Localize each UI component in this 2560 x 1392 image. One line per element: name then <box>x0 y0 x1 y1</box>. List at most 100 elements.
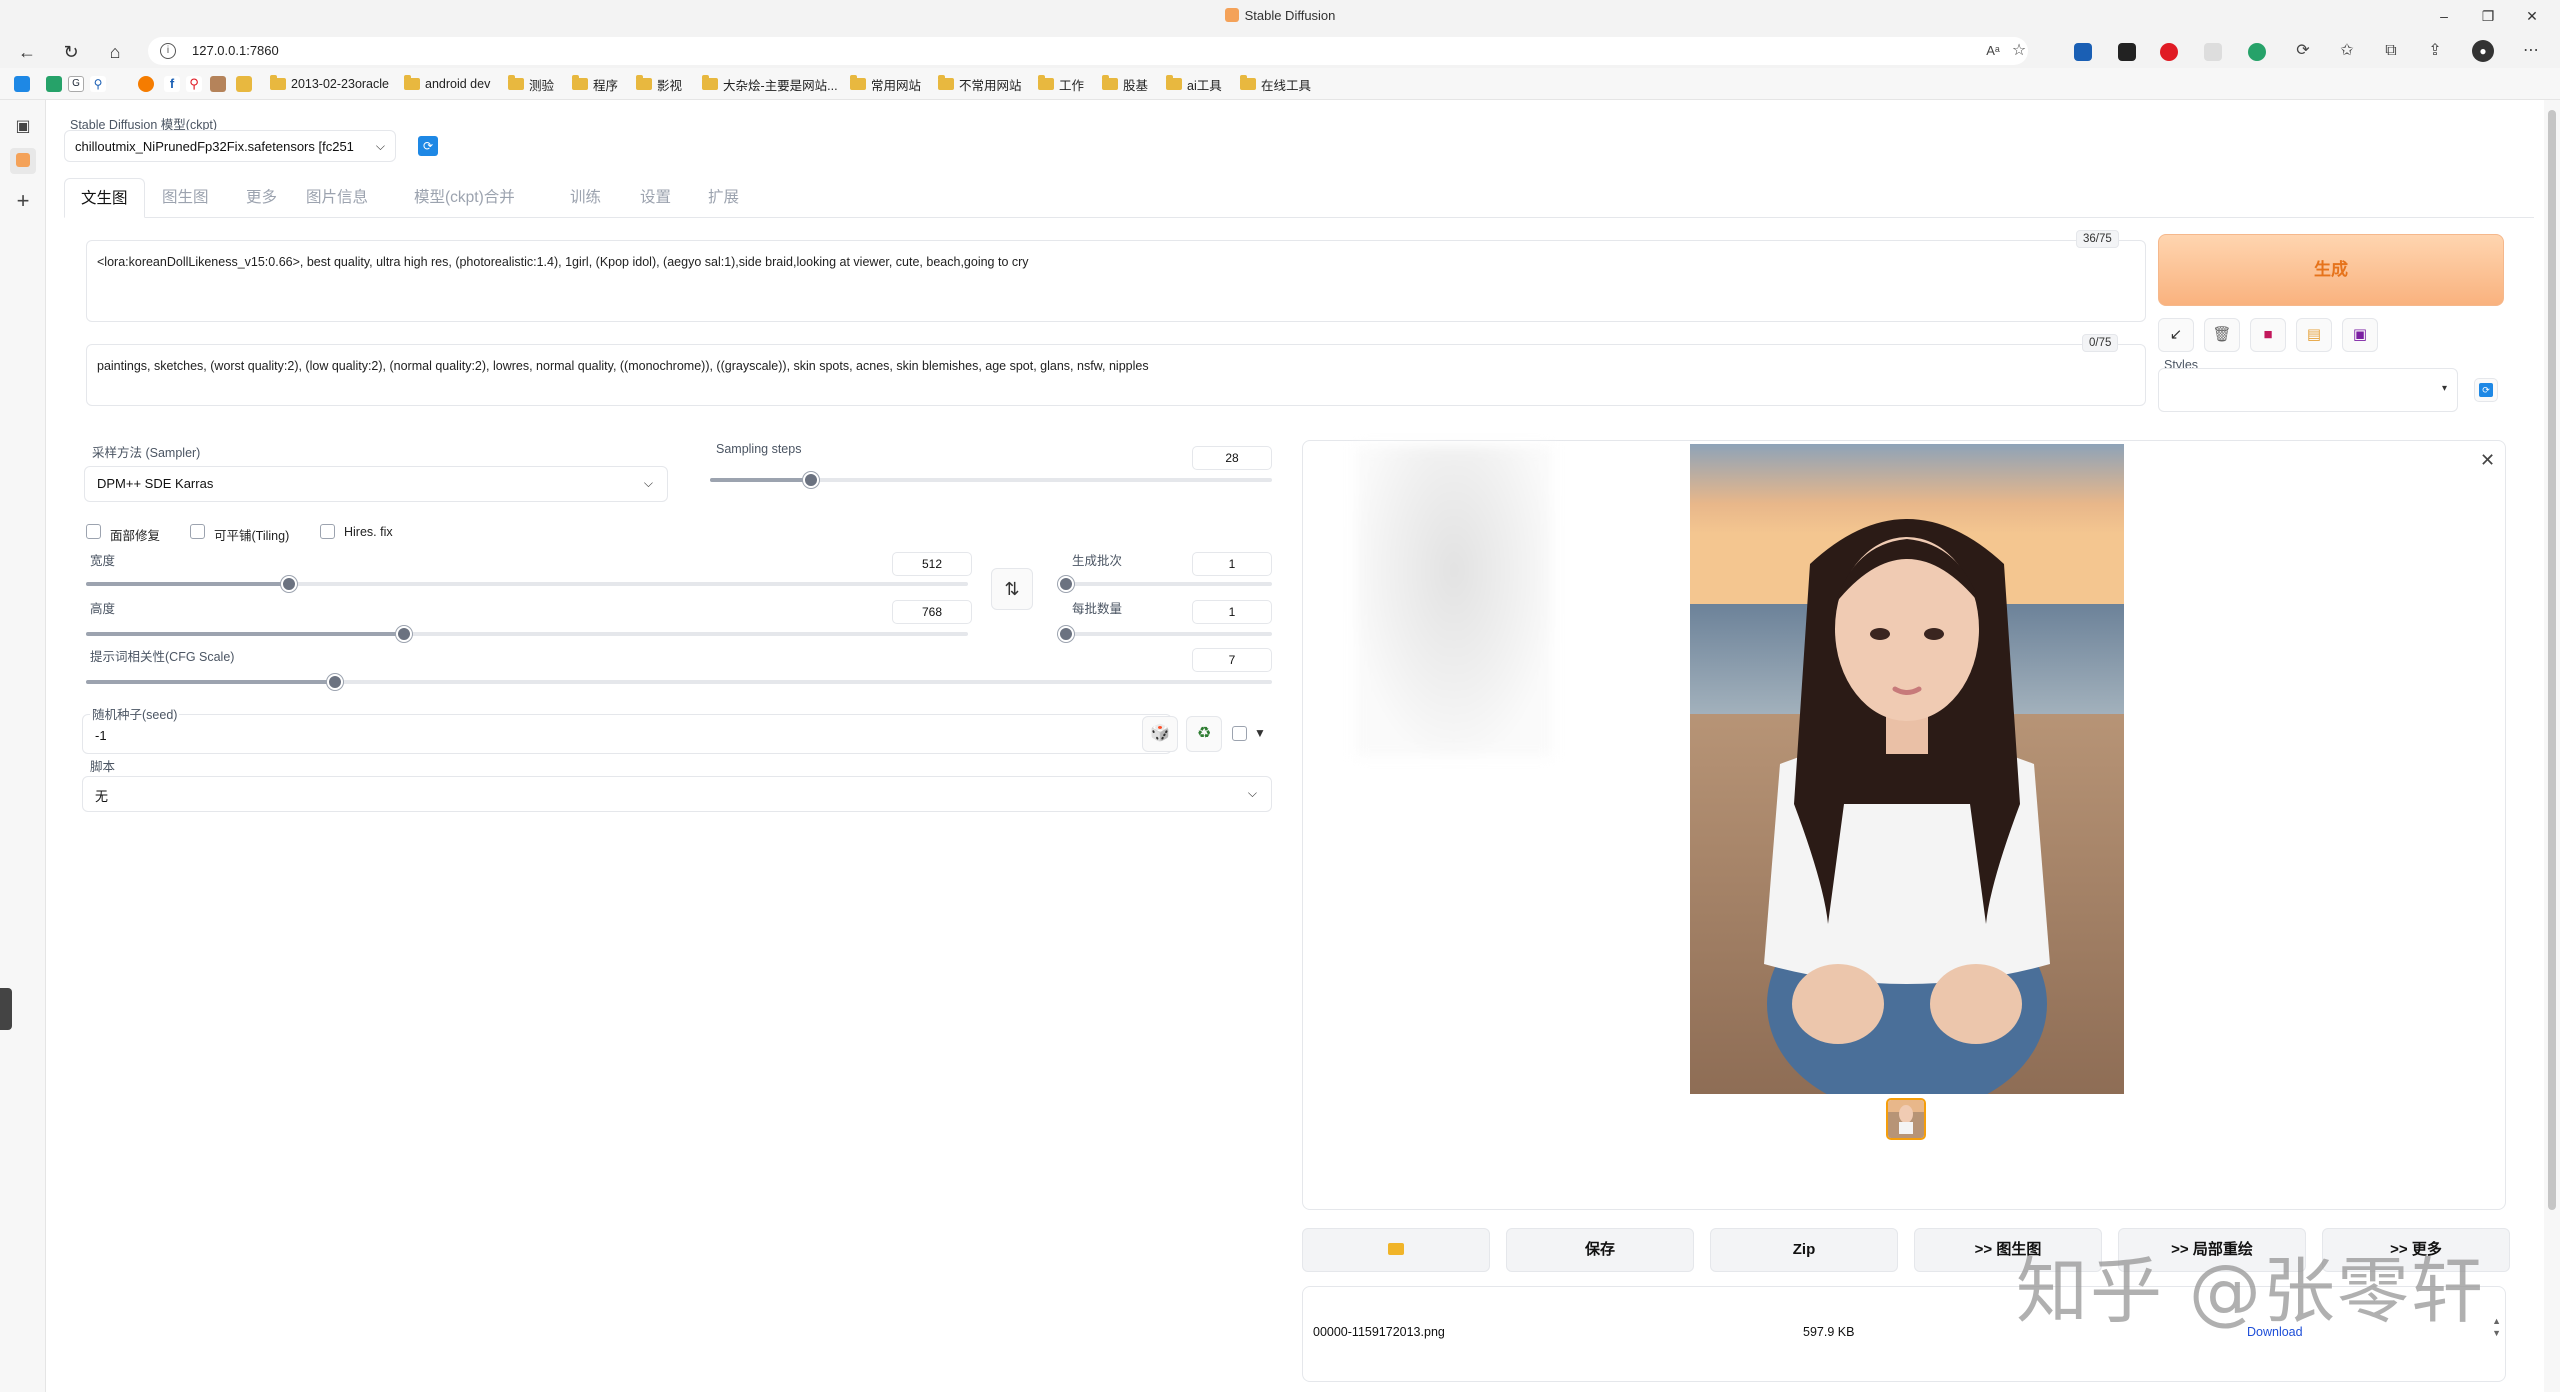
bookmark-favicon[interactable] <box>138 76 154 92</box>
extension-icon[interactable] <box>2204 43 2222 61</box>
back-icon[interactable]: ← <box>14 39 40 65</box>
hires-fix-checkbox[interactable] <box>320 524 335 539</box>
refresh-icon[interactable]: ⟳ <box>418 136 438 156</box>
styles-dropdown[interactable]: ▾ <box>2158 368 2458 412</box>
bookmark-folder[interactable]: 大杂烩-主要是网站... <box>702 75 838 93</box>
prompt-textarea[interactable]: <lora:koreanDollLikeness_v15:0.66>, best… <box>86 240 2146 322</box>
height-input[interactable]: 768 <box>892 600 972 624</box>
bookmark-folder[interactable]: 2013-02-23oracle <box>270 75 389 93</box>
tiling-checkbox[interactable] <box>190 524 205 539</box>
facebook-icon[interactable]: f <box>164 76 180 92</box>
script-select[interactable]: 无 ⌵ <box>82 776 1272 812</box>
bookmark-folder[interactable]: 程序 <box>572 75 618 93</box>
new-tab-plus-icon[interactable]: + <box>10 188 36 214</box>
bookmark-folder[interactable]: 股基 <box>1102 75 1148 93</box>
tab-actions-icon[interactable]: ▣ <box>10 114 36 140</box>
slider-knob[interactable] <box>1058 576 1074 592</box>
model-select[interactable]: chilloutmix_NiPrunedFp32Fix.safetensors … <box>64 130 396 162</box>
tab-train[interactable]: 训练 <box>554 178 617 218</box>
read-params-icon[interactable]: ↙ <box>2158 318 2194 352</box>
slider-knob[interactable] <box>280 576 297 592</box>
reload-icon[interactable]: ↻ <box>58 39 84 65</box>
bookmark-favicon[interactable] <box>210 76 226 92</box>
styles-refresh-button[interactable]: ⟳ <box>2474 378 2498 402</box>
url-field[interactable]: i 127.0.0.1:7860 Aᵃ ☆ <box>148 37 2028 65</box>
bookmark-folder[interactable]: 不常用网站 <box>938 75 1022 93</box>
scrollbar-thumb[interactable] <box>2548 110 2556 1210</box>
steps-slider[interactable] <box>710 472 1272 488</box>
slider-knob[interactable] <box>327 674 344 690</box>
home-icon[interactable]: ⌂ <box>102 39 128 65</box>
tab-settings[interactable]: 设置 <box>624 178 687 218</box>
favorite-star-icon[interactable]: ☆ <box>2008 40 2030 62</box>
face-restore-checkbox[interactable] <box>86 524 101 539</box>
extra-seed-checkbox[interactable] <box>1232 726 1247 741</box>
sd-tab-icon[interactable] <box>10 148 36 174</box>
slider-knob[interactable] <box>395 626 412 642</box>
width-slider[interactable] <box>86 576 968 592</box>
maximize-button[interactable]: ❐ <box>2478 6 2498 26</box>
tab-extras[interactable]: 更多 <box>230 178 293 218</box>
bookmark-folder[interactable]: 常用网站 <box>850 75 921 93</box>
steps-input[interactable]: 28 <box>1192 446 1272 470</box>
generate-button[interactable]: 生成 <box>2158 234 2504 306</box>
generated-image[interactable] <box>1690 444 2124 1094</box>
sidebar-drag-handle[interactable] <box>0 988 12 1030</box>
save-button[interactable]: 保存 <box>1506 1228 1694 1272</box>
bookmark-favicon[interactable] <box>236 76 252 92</box>
google-icon[interactable]: G <box>68 76 84 92</box>
location-pin-icon[interactable]: ⚲ <box>186 76 202 92</box>
gallery-thumbnail[interactable] <box>1886 1098 1926 1140</box>
site-info-icon[interactable]: i <box>160 43 176 59</box>
more-menu-icon[interactable]: ⋯ <box>2520 40 2542 62</box>
swap-dimensions-icon[interactable]: ⇅ <box>991 568 1033 610</box>
height-slider[interactable] <box>86 626 968 642</box>
negative-prompt-textarea[interactable]: paintings, sketches, (worst quality:2), … <box>86 344 2146 406</box>
search-icon[interactable]: ⚲ <box>90 76 106 92</box>
extension-icon[interactable] <box>2074 43 2092 61</box>
tab-img2img[interactable]: 图生图 <box>146 178 225 218</box>
zip-button[interactable]: Zip <box>1710 1228 1898 1272</box>
tab-extensions[interactable]: 扩展 <box>692 178 755 218</box>
read-aloud-icon[interactable]: Aᵃ <box>1982 40 2004 62</box>
bookmark-folder[interactable]: 影视 <box>636 75 682 93</box>
slider-knob[interactable] <box>803 472 820 488</box>
bookmark-favicon[interactable] <box>14 76 30 92</box>
refresh-extension-icon[interactable]: ⟳ <box>2292 40 2314 62</box>
page-scrollbar[interactable] <box>2544 100 2560 1392</box>
random-dice-icon[interactable]: 🎲 <box>1142 716 1178 752</box>
collections-icon[interactable]: ⧉ <box>2380 40 2402 62</box>
bookmark-folder[interactable]: 在线工具 <box>1240 75 1311 93</box>
share-icon[interactable]: ⇪ <box>2424 40 2446 62</box>
tab-checkpoint-merger[interactable]: 模型(ckpt)合并 <box>398 178 531 218</box>
slider-knob[interactable] <box>1058 626 1074 642</box>
apply-style-icon[interactable]: ▤ <box>2296 318 2332 352</box>
bookmark-folder[interactable]: 工作 <box>1038 75 1084 93</box>
width-input[interactable]: 512 <box>892 552 972 576</box>
cfg-input[interactable]: 7 <box>1192 648 1272 672</box>
batch-count-slider[interactable] <box>1058 576 1272 592</box>
bookmark-folder[interactable]: ai工具 <box>1166 75 1222 93</box>
save-style-icon[interactable]: ▣ <box>2342 318 2378 352</box>
bookmark-folder[interactable]: 测验 <box>508 75 554 93</box>
minimize-button[interactable]: – <box>2434 6 2454 26</box>
extension-icon[interactable] <box>2118 43 2136 61</box>
profile-avatar[interactable]: ● <box>2472 40 2494 62</box>
batch-size-input[interactable]: 1 <box>1192 600 1272 624</box>
tab-txt2img[interactable]: 文生图 <box>64 178 145 218</box>
trash-icon[interactable]: 🗑 <box>2204 318 2240 352</box>
spinner-arrows-icon[interactable]: ▲ ▼ <box>2492 1315 2501 1339</box>
close-icon[interactable]: ✕ <box>2480 450 2495 471</box>
cfg-slider[interactable] <box>86 674 1272 690</box>
close-window-button[interactable]: ✕ <box>2522 6 2542 26</box>
seed-input[interactable]: -1 <box>82 714 1172 754</box>
recycle-icon[interactable]: ♻ <box>1186 716 1222 752</box>
favorites-icon[interactable]: ✩ <box>2336 40 2358 62</box>
opera-extension-icon[interactable] <box>2160 43 2178 61</box>
open-folder-button[interactable] <box>1302 1228 1490 1272</box>
batch-count-input[interactable]: 1 <box>1192 552 1272 576</box>
sampler-select[interactable]: DPM++ SDE Karras ⌵ <box>84 466 668 502</box>
tab-png-info[interactable]: 图片信息 <box>290 178 384 218</box>
caret-down-icon[interactable]: ▼ <box>1254 726 1266 740</box>
bookmark-folder[interactable]: android dev <box>404 75 490 93</box>
